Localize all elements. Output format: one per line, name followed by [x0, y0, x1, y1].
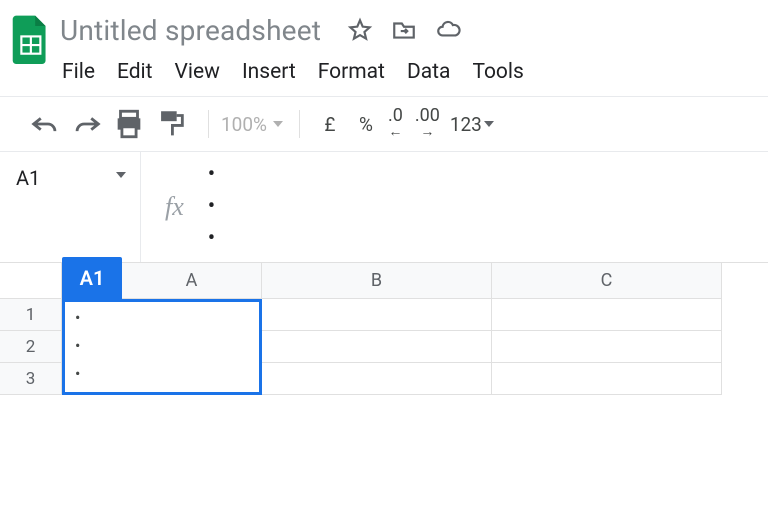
row-header-2[interactable]: 2 — [0, 331, 62, 363]
active-cell-indicator: A1 — [62, 257, 122, 299]
increase-decimal-button[interactable]: .00→ — [415, 109, 440, 139]
move-icon[interactable] — [391, 17, 417, 43]
column-header-b[interactable]: B — [262, 263, 492, 299]
cell-b1[interactable] — [262, 299, 492, 331]
zoom-dropdown[interactable]: 100% — [221, 113, 283, 136]
row-header-3[interactable]: 3 — [0, 363, 62, 395]
fx-label: fx — [141, 192, 208, 222]
spreadsheet-grid[interactable]: A1 A B C 1 2 3 — [0, 262, 768, 395]
undo-button[interactable] — [28, 107, 62, 141]
name-box[interactable]: A1 — [0, 152, 140, 262]
menu-tools[interactable]: Tools — [472, 60, 523, 84]
decrease-decimal-button[interactable]: .0← — [388, 109, 403, 139]
cell-c3[interactable] — [492, 363, 722, 395]
document-title[interactable]: Untitled spreadsheet — [60, 14, 321, 47]
toolbar-divider — [299, 110, 300, 138]
menu-insert[interactable]: Insert — [242, 60, 296, 84]
menu-data[interactable]: Data — [407, 60, 451, 84]
currency-button[interactable]: £ — [312, 113, 348, 136]
cell-c1[interactable] — [492, 299, 722, 331]
row-header-1[interactable]: 1 — [0, 299, 62, 331]
menu-file[interactable]: File — [62, 60, 95, 84]
menu-view[interactable]: View — [175, 60, 220, 84]
star-icon[interactable] — [347, 17, 373, 43]
menu-edit[interactable]: Edit — [117, 60, 153, 84]
menu-format[interactable]: Format — [318, 60, 385, 84]
number-format-dropdown[interactable]: 123 — [450, 113, 494, 136]
toolbar: 100% £ % .0← .00→ 123 — [0, 96, 768, 152]
cell-b2[interactable] — [262, 331, 492, 363]
active-cell-selection[interactable] — [62, 299, 262, 395]
percent-button[interactable]: % — [348, 113, 384, 136]
chevron-down-icon[interactable] — [116, 172, 126, 178]
cell-c2[interactable] — [492, 331, 722, 363]
sheets-logo-icon[interactable] — [8, 10, 52, 68]
toolbar-divider — [208, 110, 209, 138]
formula-bar[interactable] — [208, 159, 215, 255]
menu-bar: File Edit View Insert Format Data Tools — [60, 50, 768, 96]
print-button[interactable] — [112, 107, 146, 141]
select-all-corner[interactable] — [0, 263, 62, 299]
cell-b3[interactable] — [262, 363, 492, 395]
redo-button[interactable] — [70, 107, 104, 141]
paint-format-button[interactable] — [154, 107, 188, 141]
column-header-c[interactable]: C — [492, 263, 722, 299]
cloud-status-icon[interactable] — [435, 17, 461, 43]
